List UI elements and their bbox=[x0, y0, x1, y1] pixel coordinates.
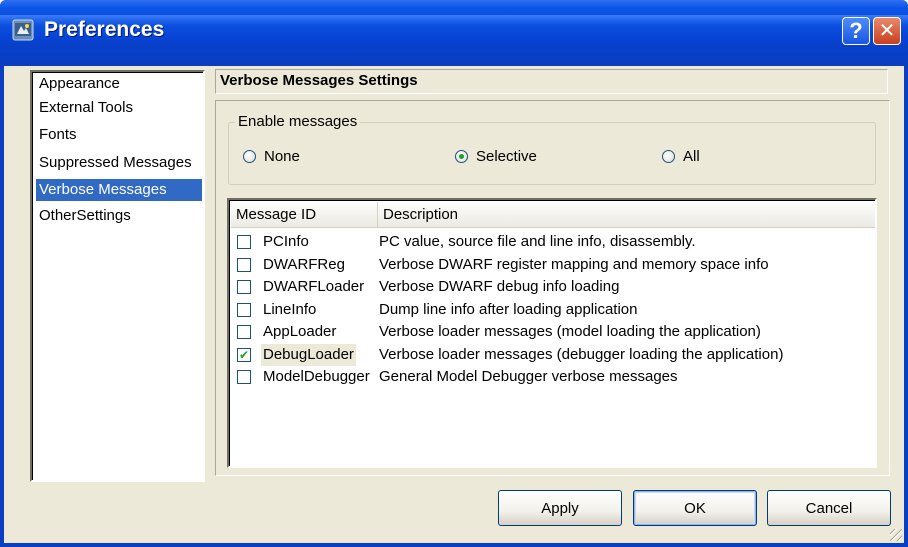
sidebar-item-external-tools[interactable]: External Tools bbox=[36, 97, 202, 119]
column-header-message-id[interactable]: Message ID bbox=[231, 202, 378, 228]
message-id: DebugLoader bbox=[261, 344, 356, 366]
column-header-description[interactable]: Description bbox=[378, 202, 875, 228]
radio-none-label: None bbox=[264, 147, 300, 165]
apply-button[interactable]: Apply bbox=[498, 490, 622, 526]
radio-all-circle[interactable] bbox=[662, 149, 675, 163]
table-row[interactable]: ✔ DebugLoader Verbose loader messages (d… bbox=[233, 344, 873, 366]
message-description: PC value, source file and line info, dis… bbox=[379, 233, 696, 250]
row-checkbox[interactable] bbox=[237, 280, 251, 294]
enable-messages-legend: Enable messages bbox=[235, 113, 361, 131]
table-header: Message ID Description bbox=[231, 202, 875, 228]
message-description: Verbose DWARF debug info loading bbox=[379, 278, 620, 295]
message-id: DWARFReg bbox=[263, 256, 345, 273]
table-row[interactable]: DWARFReg Verbose DWARF register mapping … bbox=[233, 254, 873, 276]
radio-none[interactable]: None bbox=[243, 147, 300, 165]
enable-messages-group bbox=[228, 122, 876, 185]
row-checkbox[interactable] bbox=[237, 370, 251, 384]
message-id: AppLoader bbox=[263, 323, 337, 340]
radio-selective[interactable]: Selective bbox=[455, 147, 537, 165]
title-bar[interactable]: Preferences ? ✕ bbox=[0, 0, 908, 66]
app-icon bbox=[12, 19, 34, 41]
message-description: Verbose loader messages (model loading t… bbox=[379, 323, 761, 340]
sidebar-item-appearance[interactable]: Appearance bbox=[36, 73, 202, 95]
radio-selective-label: Selective bbox=[476, 147, 537, 165]
row-checkbox[interactable] bbox=[237, 303, 251, 317]
message-id: DWARFLoader bbox=[263, 278, 365, 295]
message-id: PCInfo bbox=[263, 233, 309, 250]
sidebar-item-suppressed-messages[interactable]: Suppressed Messages bbox=[36, 152, 202, 174]
message-description: Dump line info after loading application bbox=[379, 301, 638, 318]
message-description: General Model Debugger verbose messages bbox=[379, 368, 678, 385]
table-row[interactable]: PCInfo PC value, source file and line in… bbox=[233, 231, 873, 253]
sidebar-item-other-settings[interactable]: OtherSettings bbox=[36, 205, 202, 227]
row-checkbox-checked[interactable]: ✔ bbox=[237, 348, 251, 362]
sidebar-item-fonts[interactable]: Fonts bbox=[36, 124, 202, 146]
table-row[interactable]: DWARFLoader Verbose DWARF debug info loa… bbox=[233, 276, 873, 298]
messages-table[interactable]: Message ID Description PCInfo PC value, … bbox=[227, 198, 877, 468]
window-title: Preferences bbox=[44, 18, 165, 41]
resize-grip-icon[interactable] bbox=[890, 529, 902, 541]
sidebar-item-verbose-messages[interactable]: Verbose Messages bbox=[36, 179, 202, 201]
close-button[interactable]: ✕ bbox=[873, 17, 901, 45]
cancel-button[interactable]: Cancel bbox=[767, 490, 891, 526]
radio-none-circle[interactable] bbox=[243, 149, 256, 163]
radio-all-label: All bbox=[683, 147, 700, 165]
message-id: ModelDebugger bbox=[263, 368, 370, 385]
message-id: LineInfo bbox=[263, 301, 317, 318]
help-button[interactable]: ? bbox=[842, 17, 870, 45]
category-list[interactable]: Appearance External Tools Fonts Suppress… bbox=[30, 70, 205, 482]
section-title: Verbose Messages Settings bbox=[215, 69, 888, 94]
radio-all[interactable]: All bbox=[662, 147, 700, 165]
table-row[interactable]: AppLoader Verbose loader messages (model… bbox=[233, 321, 873, 343]
message-description: Verbose DWARF register mapping and memor… bbox=[379, 256, 769, 273]
message-description: Verbose loader messages (debugger loadin… bbox=[379, 346, 784, 363]
table-row[interactable]: LineInfo Dump line info after loading ap… bbox=[233, 299, 873, 321]
row-checkbox[interactable] bbox=[237, 325, 251, 339]
radio-selective-circle[interactable] bbox=[455, 149, 468, 163]
table-row[interactable]: ModelDebugger General Model Debugger ver… bbox=[233, 366, 873, 388]
row-checkbox[interactable] bbox=[237, 258, 251, 272]
row-checkbox[interactable] bbox=[237, 235, 251, 249]
preferences-window: Preferences ? ✕ Appearance External Tool… bbox=[0, 0, 908, 547]
ok-button[interactable]: OK bbox=[633, 490, 757, 526]
